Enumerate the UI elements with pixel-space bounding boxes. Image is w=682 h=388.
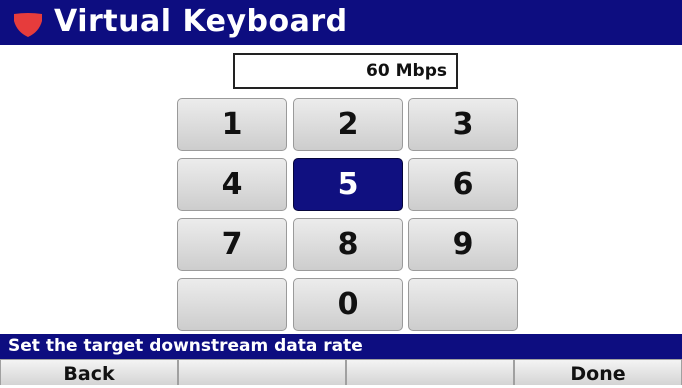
key-9[interactable]: 9 [408,218,518,271]
key-3[interactable]: 3 [408,98,518,151]
title-bar: Virtual Keyboard [0,0,682,45]
key-4[interactable]: 4 [177,158,287,211]
page-title: Virtual Keyboard [54,4,348,39]
value-field: 60 Mbps [233,53,458,89]
key-blank-left[interactable] [177,278,287,331]
key-2[interactable]: 2 [293,98,403,151]
shield-icon [14,13,42,37]
key-7[interactable]: 7 [177,218,287,271]
key-6[interactable]: 6 [408,158,518,211]
softkey-2[interactable] [178,359,346,385]
key-1[interactable]: 1 [177,98,287,151]
key-0[interactable]: 0 [293,278,403,331]
key-blank-right[interactable] [408,278,518,331]
softkey-3[interactable] [346,359,514,385]
back-button[interactable]: Back [0,359,178,385]
status-bar: Set the target downstream data rate [0,334,682,359]
done-button[interactable]: Done [514,359,682,385]
key-8[interactable]: 8 [293,218,403,271]
key-5[interactable]: 5 [293,158,403,211]
